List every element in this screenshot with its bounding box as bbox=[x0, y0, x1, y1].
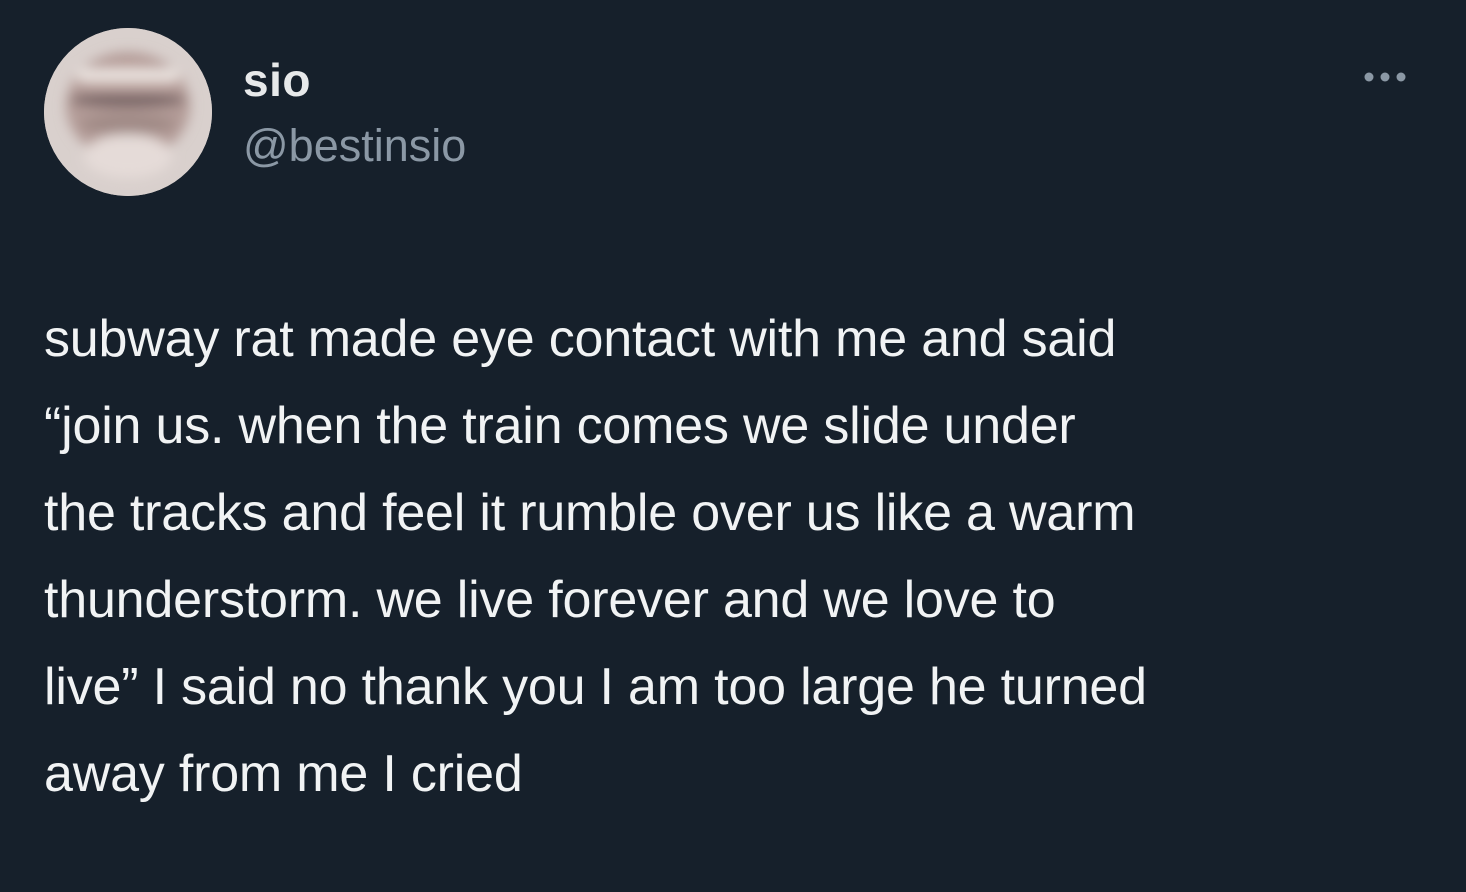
tweet-card: sio @bestinsio subway rat made eye conta… bbox=[0, 0, 1466, 892]
tweet-text: subway rat made eye contact with me and … bbox=[44, 310, 1147, 803]
avatar-image bbox=[44, 28, 212, 196]
author-display-name[interactable]: sio bbox=[243, 52, 311, 108]
author-handle[interactable]: @bestinsio bbox=[243, 118, 466, 174]
more-options-button[interactable] bbox=[1360, 62, 1420, 92]
ellipsis-icon bbox=[1364, 72, 1406, 82]
avatar[interactable] bbox=[44, 28, 212, 196]
